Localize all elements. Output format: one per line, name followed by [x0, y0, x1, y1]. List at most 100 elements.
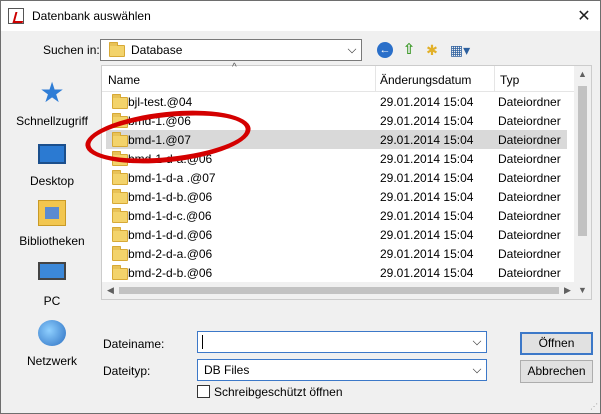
- look-in-label: Suchen in:: [43, 43, 100, 57]
- folder-icon: [112, 227, 128, 242]
- filetype-value: DB Files: [204, 363, 250, 377]
- file-type: Dateiordner: [498, 190, 561, 204]
- vertical-scrollbar[interactable]: ▲ ▼: [574, 66, 591, 299]
- file-type: Dateiordner: [498, 228, 561, 242]
- file-row[interactable]: bmd-1-d-d.@06 29.01.2014 15:04 Dateiordner: [106, 225, 567, 244]
- file-row[interactable]: bjl-test.@04 29.01.2014 15:04 Dateiordner: [106, 92, 567, 111]
- place-label: Netzwerk: [26, 354, 77, 368]
- scroll-down-icon[interactable]: ▼: [574, 282, 591, 299]
- file-open-dialog: Datenbank auswählen ✕ Suchen in: Databas…: [0, 0, 601, 414]
- filetype-select[interactable]: DB Files: [197, 359, 487, 381]
- column-divider[interactable]: [494, 66, 495, 92]
- file-date: 29.01.2014 15:04: [380, 266, 474, 280]
- scroll-thumb[interactable]: [578, 86, 587, 236]
- file-row[interactable]: bmd-1-d-b.@06 29.01.2014 15:04 Dateiordner: [106, 187, 567, 206]
- cancel-button[interactable]: Abbrechen: [520, 360, 593, 383]
- views-icon: ▦▾: [449, 42, 471, 58]
- file-name: bmd-1.@07: [128, 133, 191, 147]
- folder-icon: [112, 151, 128, 166]
- back-button[interactable]: ←: [375, 40, 395, 60]
- place-quick-access[interactable]: ★ Schnellzugriff: [9, 74, 95, 132]
- file-type: Dateiordner: [498, 266, 561, 280]
- file-name: bmd-2-d-b.@06: [128, 266, 213, 280]
- chevron-down-icon[interactable]: [347, 44, 357, 54]
- file-name: bmd-1-d-a.@06: [128, 152, 213, 166]
- close-button[interactable]: ✕: [568, 1, 600, 31]
- list-header: ^ Name Änderungsdatum Typ: [102, 62, 576, 92]
- up-folder-icon: ⇧: [402, 41, 416, 58]
- scroll-up-icon[interactable]: ▲: [574, 66, 591, 83]
- look-in-combo[interactable]: Database: [100, 39, 362, 61]
- file-date: 29.01.2014 15:04: [380, 247, 474, 261]
- folder-icon: [112, 113, 128, 128]
- file-row[interactable]: bmd-1.@06 29.01.2014 15:04 Dateiordner: [106, 111, 567, 130]
- filetype-label: Dateityp:: [103, 364, 151, 378]
- folder-icon: [112, 94, 128, 109]
- folder-icon: [112, 208, 128, 223]
- file-row[interactable]: bmd-1-d-c.@06 29.01.2014 15:04 Dateiordner: [106, 206, 567, 225]
- place-libraries[interactable]: Bibliotheken: [9, 194, 95, 252]
- file-row[interactable]: bmd-1.@07 29.01.2014 15:04 Dateiordner: [106, 130, 567, 149]
- file-date: 29.01.2014 15:04: [380, 228, 474, 242]
- chevron-down-icon[interactable]: [472, 364, 482, 374]
- folder-icon: [112, 189, 128, 204]
- app-icon: [8, 8, 24, 24]
- new-folder-icon: ✱: [426, 42, 438, 58]
- file-date: 29.01.2014 15:04: [380, 209, 474, 223]
- column-header-date[interactable]: Änderungsdatum: [380, 73, 471, 87]
- title-bar: Datenbank auswählen ✕: [1, 1, 600, 31]
- file-type: Dateiordner: [498, 209, 561, 223]
- filename-label: Dateiname:: [103, 337, 165, 351]
- readonly-checkbox[interactable]: [197, 385, 210, 398]
- file-name: bmd-1-d-a .@07: [128, 171, 216, 185]
- file-date: 29.01.2014 15:04: [380, 114, 474, 128]
- scroll-thumb[interactable]: [119, 287, 559, 294]
- file-name: bmd-2-d-a.@06: [128, 247, 213, 261]
- open-button[interactable]: Öffnen: [520, 332, 593, 355]
- scroll-left-icon[interactable]: ◀: [102, 282, 119, 299]
- file-name: bmd-1.@06: [128, 114, 191, 128]
- chevron-down-icon[interactable]: [472, 336, 482, 346]
- file-row[interactable]: bmd-1-d-a .@07 29.01.2014 15:04 Dateiordne…: [106, 168, 567, 187]
- horizontal-scrollbar[interactable]: ◀ ▶: [102, 282, 576, 299]
- file-type: Dateiordner: [498, 247, 561, 261]
- text-cursor: [202, 335, 203, 349]
- scroll-right-icon[interactable]: ▶: [559, 282, 576, 299]
- file-name: bjl-test.@04: [128, 95, 193, 109]
- star-icon: ★: [39, 77, 65, 108]
- up-folder-button[interactable]: ⇧: [399, 40, 419, 60]
- place-label: Desktop: [29, 174, 75, 188]
- libraries-icon: [38, 200, 66, 226]
- file-row[interactable]: bmd-2-d-b.@06 29.01.2014 15:04 Dateiordner: [106, 263, 567, 282]
- pc-icon: [38, 262, 66, 280]
- file-type: Dateiordner: [498, 171, 561, 185]
- file-row[interactable]: bmd-2-d-a.@06 29.01.2014 15:04 Dateiordner: [106, 244, 567, 263]
- place-desktop[interactable]: Desktop: [9, 134, 95, 192]
- folder-icon: [112, 246, 128, 261]
- look-in-value: Database: [131, 43, 183, 57]
- new-folder-button[interactable]: ✱: [422, 40, 442, 60]
- places-bar: ★ Schnellzugriff Desktop Bibliotheken PC…: [9, 68, 95, 382]
- file-name: bmd-1-d-b.@06: [128, 190, 213, 204]
- window-title: Datenbank auswählen: [32, 9, 151, 23]
- resize-grip-icon[interactable]: ⋰: [590, 402, 598, 411]
- column-header-name[interactable]: Name: [108, 73, 140, 87]
- file-date: 29.01.2014 15:04: [380, 190, 474, 204]
- place-network[interactable]: Netzwerk: [9, 314, 95, 372]
- filename-input[interactable]: [197, 331, 487, 353]
- place-label: Bibliotheken: [19, 234, 85, 248]
- file-row[interactable]: bmd-1-d-a.@06 29.01.2014 15:04 Dateiordner: [106, 149, 567, 168]
- column-divider[interactable]: [375, 66, 376, 92]
- file-date: 29.01.2014 15:04: [380, 95, 474, 109]
- place-pc[interactable]: PC: [9, 254, 95, 312]
- folder-icon: [112, 170, 128, 185]
- folder-icon: [112, 265, 128, 280]
- file-date: 29.01.2014 15:04: [380, 171, 474, 185]
- file-name: bmd-1-d-d.@06: [128, 228, 213, 242]
- file-type: Dateiordner: [498, 95, 561, 109]
- file-name: bmd-1-d-c.@06: [128, 209, 212, 223]
- folder-icon: [109, 42, 125, 57]
- views-menu-button[interactable]: ▦▾: [447, 40, 473, 60]
- back-arrow-icon: ←: [377, 42, 393, 58]
- column-header-type[interactable]: Typ: [500, 73, 519, 87]
